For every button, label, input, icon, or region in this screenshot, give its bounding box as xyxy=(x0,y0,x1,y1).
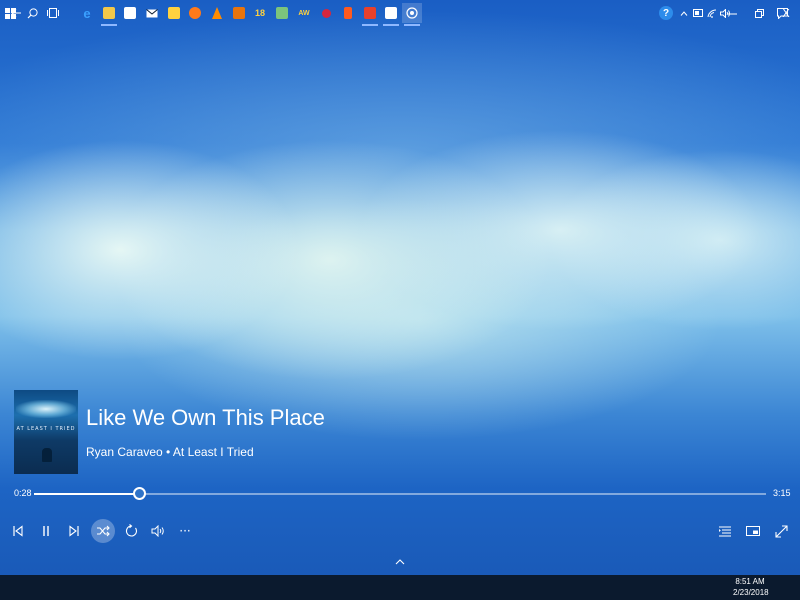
yellow-app-icon xyxy=(168,7,180,19)
taskbar xyxy=(0,575,800,600)
next-icon xyxy=(69,525,79,537)
full-screen-icon xyxy=(774,524,788,538)
taskbar-app-green[interactable] xyxy=(272,3,292,23)
album-art-glow xyxy=(16,400,76,418)
app-18-badge: 18 xyxy=(254,8,265,18)
groove-music-icon xyxy=(406,7,418,19)
taskbar-groove-music[interactable] xyxy=(402,3,422,26)
orange-app-icon xyxy=(233,7,245,19)
green-app-icon xyxy=(276,7,288,19)
mini-player-icon xyxy=(746,526,760,536)
repeat-button[interactable] xyxy=(119,519,143,543)
pause-icon xyxy=(43,526,49,536)
taskbar-photos[interactable] xyxy=(381,3,401,26)
album-art-text: AT LEAST I TRIED xyxy=(16,426,76,432)
clock-time: 8:51 AM xyxy=(735,577,765,586)
action-center-button[interactable] xyxy=(772,3,792,23)
previous-button[interactable] xyxy=(6,519,30,543)
firefox-icon xyxy=(189,7,201,19)
album-art[interactable]: AT LEAST I TRIED xyxy=(14,390,78,474)
song-title[interactable]: Like We Own This Place xyxy=(86,405,325,431)
total-time: 3:15 xyxy=(773,488,791,498)
taskbar-orange-app[interactable] xyxy=(229,3,249,23)
vlc-cone-icon xyxy=(212,6,222,19)
taskbar-clock[interactable]: 8:51 AM 2/23/2018 xyxy=(733,576,769,598)
red-app-icon xyxy=(321,8,331,18)
volume-icon xyxy=(151,525,164,537)
j-app-icon xyxy=(344,7,352,19)
seek-bar-fill xyxy=(34,493,139,495)
taskbar-mail[interactable] xyxy=(142,3,162,23)
album-art-figure xyxy=(42,448,52,462)
tray-volume[interactable] xyxy=(715,3,735,23)
notification-icon xyxy=(776,7,788,19)
search-button[interactable] xyxy=(22,3,42,23)
expand-chevron-button[interactable] xyxy=(392,556,408,568)
clock-date: 2/23/2018 xyxy=(733,588,769,597)
help-icon: ? xyxy=(659,6,673,20)
speaker-icon xyxy=(719,8,730,18)
folder-icon xyxy=(103,7,115,19)
tray-help[interactable]: ? xyxy=(656,3,676,23)
previous-icon xyxy=(13,525,23,537)
seek-bar[interactable] xyxy=(34,487,766,500)
blurred-album-background xyxy=(0,0,800,575)
chevron-up-icon xyxy=(395,559,405,565)
more-button[interactable]: ··· xyxy=(173,519,197,543)
photos-icon xyxy=(385,7,397,19)
taskbar-store[interactable] xyxy=(120,3,140,23)
start-button[interactable] xyxy=(0,3,20,23)
taskbar-j-app[interactable] xyxy=(338,3,358,23)
taskbar-red-app[interactable] xyxy=(316,3,336,23)
task-view-icon xyxy=(47,8,59,18)
volume-button[interactable] xyxy=(146,519,170,543)
taskbar-sticky-app[interactable] xyxy=(164,3,184,23)
taskbar-groove-red[interactable] xyxy=(360,3,380,26)
task-view-button[interactable] xyxy=(43,3,63,23)
edge-icon: e xyxy=(83,5,91,21)
restore-icon xyxy=(754,8,764,18)
app-aw-badge: AW xyxy=(298,9,310,17)
taskbar-vlc[interactable] xyxy=(207,3,227,23)
artist-album[interactable]: Ryan Caraveo • At Least I Tried xyxy=(86,445,254,459)
red-square-app-icon xyxy=(364,7,376,19)
elapsed-time: 0:28 xyxy=(14,488,32,498)
shuffle-icon xyxy=(97,525,110,537)
search-icon xyxy=(27,7,38,18)
more-icon: ··· xyxy=(179,524,191,538)
store-icon xyxy=(124,7,136,19)
taskbar-edge[interactable]: e xyxy=(77,3,97,23)
taskbar-aw-app[interactable]: AW xyxy=(294,3,314,23)
mail-icon xyxy=(146,8,158,17)
pause-button[interactable] xyxy=(34,519,58,543)
now-playing-list-button[interactable] xyxy=(713,519,737,543)
chevron-up-icon xyxy=(680,10,688,16)
taskbar-firefox[interactable] xyxy=(185,3,205,23)
taskbar-file-explorer[interactable] xyxy=(99,3,119,26)
next-button[interactable] xyxy=(62,519,86,543)
restore-button[interactable] xyxy=(745,2,773,24)
mini-player-button[interactable] xyxy=(741,519,765,543)
seek-thumb[interactable] xyxy=(133,487,146,500)
taskbar-18-app[interactable]: 18 xyxy=(250,3,270,23)
windows-logo-icon xyxy=(4,7,16,19)
shuffle-button[interactable] xyxy=(91,519,115,543)
full-screen-button[interactable] xyxy=(769,519,793,543)
repeat-icon xyxy=(125,524,138,537)
now-playing-list-icon xyxy=(719,526,731,537)
